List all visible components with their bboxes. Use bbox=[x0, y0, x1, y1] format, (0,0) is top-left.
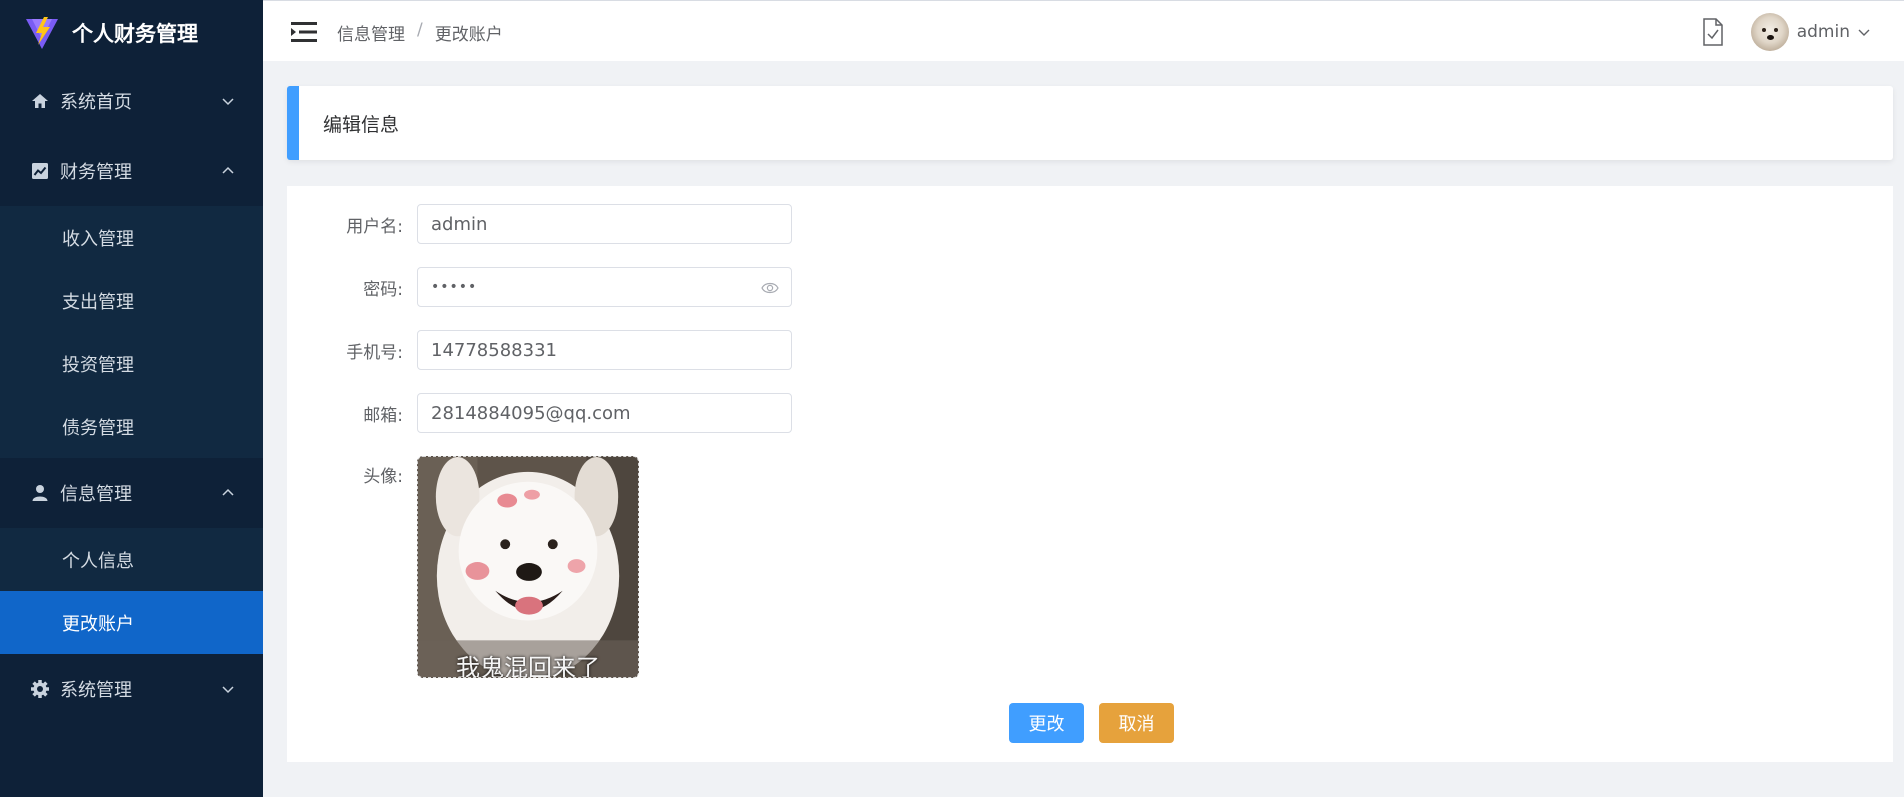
cancel-button[interactable]: 取消 bbox=[1099, 703, 1174, 743]
menu-info-label: 信息管理 bbox=[60, 484, 132, 505]
menu-finance-label: 财务管理 bbox=[60, 162, 132, 183]
breadcrumb: 信息管理 / 更改账户 bbox=[337, 20, 503, 45]
menu-finance[interactable]: 财务管理 bbox=[0, 136, 263, 206]
user-name[interactable]: admin bbox=[1797, 22, 1850, 42]
chart-icon bbox=[30, 161, 50, 181]
vite-logo-icon bbox=[26, 17, 58, 49]
chevron-down-icon[interactable] bbox=[1858, 26, 1870, 38]
breadcrumb-info[interactable]: 信息管理 bbox=[337, 20, 405, 45]
avatar-caption: 我鬼混回来了 bbox=[456, 654, 600, 678]
finance-submenu: 收入管理 支出管理 投资管理 债务管理 bbox=[0, 206, 263, 458]
document-check-icon[interactable] bbox=[1701, 18, 1725, 46]
avatar[interactable] bbox=[1750, 13, 1789, 51]
info-submenu: 个人信息 更改账户 bbox=[0, 528, 263, 654]
menu-home-label: 系统首页 bbox=[60, 92, 132, 113]
user-icon bbox=[30, 483, 50, 503]
username-row: 用户名: admin bbox=[287, 204, 792, 244]
username-label: 用户名: bbox=[346, 216, 403, 237]
menu-info[interactable]: 信息管理 bbox=[0, 458, 263, 528]
username-field[interactable]: admin bbox=[417, 204, 792, 244]
sidebar-item-change-account[interactable]: 更改账户 bbox=[0, 591, 263, 654]
app-logo: 个人财务管理 bbox=[0, 0, 263, 66]
password-field[interactable]: ••••• bbox=[417, 267, 792, 307]
chevron-up-icon bbox=[222, 166, 234, 174]
email-label: 邮箱: bbox=[363, 405, 403, 426]
app-title: 个人财务管理 bbox=[72, 22, 198, 46]
menu-system[interactable]: 系统管理 bbox=[0, 654, 263, 724]
phone-field[interactable]: 14778588331 bbox=[417, 330, 792, 370]
phone-label: 手机号: bbox=[346, 342, 403, 363]
phone-value: 14778588331 bbox=[431, 339, 557, 361]
email-row: 邮箱: 2814884095@qq.com bbox=[287, 393, 792, 433]
breadcrumb-current: 更改账户 bbox=[434, 25, 503, 45]
submit-button[interactable]: 更改 bbox=[1009, 703, 1084, 743]
chevron-down-icon bbox=[222, 98, 234, 106]
home-icon bbox=[30, 91, 50, 111]
password-value: ••••• bbox=[431, 279, 478, 295]
email-field[interactable]: 2814884095@qq.com bbox=[417, 393, 792, 433]
dog-avatar-image bbox=[418, 457, 638, 677]
gear-icon bbox=[30, 679, 50, 699]
avatar-row: 头像: 我鬼混回来了 bbox=[287, 456, 639, 678]
sidebar-item-income[interactable]: 收入管理 bbox=[0, 206, 263, 269]
avatar-uploader[interactable]: 我鬼混回来了 bbox=[417, 456, 639, 678]
username-value: admin bbox=[431, 213, 488, 235]
password-row: 密码: ••••• bbox=[287, 267, 792, 307]
edit-form: 用户名: admin 密码: ••••• 手机号: 14778588331 邮箱… bbox=[287, 186, 1893, 762]
password-label: 密码: bbox=[363, 279, 403, 300]
sidebar-item-debt[interactable]: 债务管理 bbox=[0, 395, 263, 458]
menu-system-label: 系统管理 bbox=[60, 680, 132, 701]
chevron-down-icon bbox=[222, 686, 234, 694]
menu-home[interactable]: 系统首页 bbox=[0, 66, 263, 136]
eye-icon[interactable] bbox=[761, 280, 779, 296]
sidebar-item-profile[interactable]: 个人信息 bbox=[0, 528, 263, 591]
phone-row: 手机号: 14778588331 bbox=[287, 330, 792, 370]
avatar-label: 头像: bbox=[363, 467, 403, 487]
menu-toggle-icon[interactable] bbox=[291, 21, 317, 43]
page-title: 编辑信息 bbox=[323, 114, 400, 136]
email-value: 2814884095@qq.com bbox=[431, 402, 631, 424]
sidebar: 个人财务管理 系统首页 财务管理 收入管理 支出管理 投资管理 债务管理 信息管… bbox=[0, 0, 263, 797]
sidebar-item-investment[interactable]: 投资管理 bbox=[0, 332, 263, 395]
chevron-up-icon bbox=[222, 488, 234, 496]
page-title-card: 编辑信息 bbox=[287, 86, 1893, 160]
sidebar-item-expense[interactable]: 支出管理 bbox=[0, 269, 263, 332]
top-header: 信息管理 / 更改账户 admin bbox=[263, 0, 1904, 61]
breadcrumb-separator: / bbox=[417, 20, 423, 40]
header-user-area: admin bbox=[1701, 13, 1870, 51]
